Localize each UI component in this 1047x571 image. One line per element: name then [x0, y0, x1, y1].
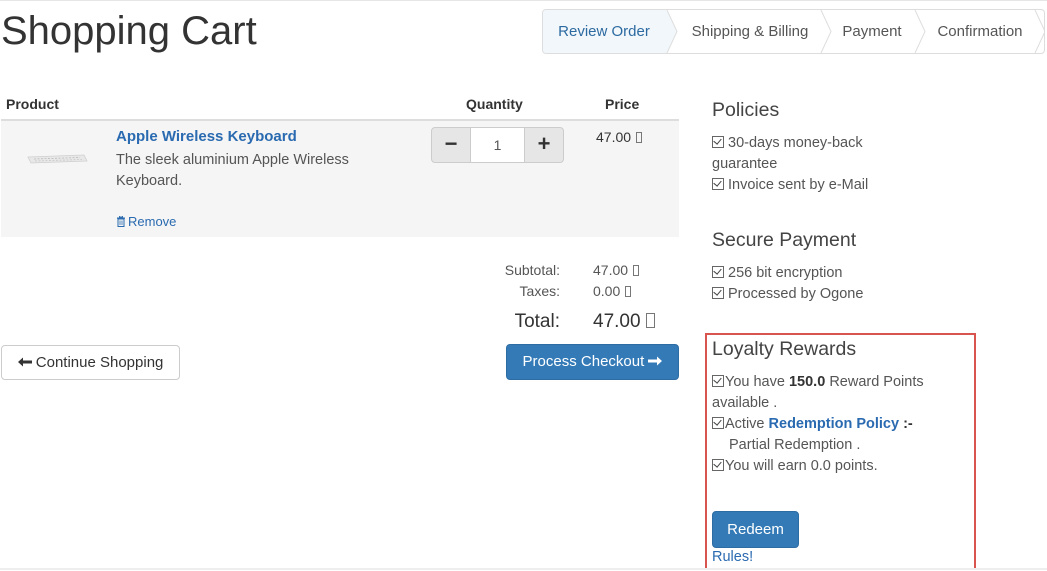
- total-label: Total:: [514, 311, 560, 332]
- checkbox-icon: [712, 178, 724, 190]
- product-name-link[interactable]: Apple Wireless Keyboard: [116, 128, 297, 145]
- page-title: Shopping Cart: [1, 9, 257, 53]
- column-header-price: Price: [605, 96, 640, 112]
- currency-icon: [636, 132, 643, 143]
- checkbox-icon: [712, 136, 724, 148]
- redemption-policy-value: Partial Redemption .: [729, 437, 861, 453]
- arrow-right-icon: [648, 356, 663, 366]
- bottom-border: [0, 568, 1047, 570]
- taxes-value: 0.00: [593, 283, 632, 299]
- continue-shopping-label: Continue Shopping: [35, 354, 164, 371]
- subtotal-label: Subtotal:: [504, 262, 560, 278]
- earn-points-info: You will earn 0.0 points.: [712, 456, 878, 477]
- remove-label: Remove: [128, 214, 177, 229]
- policy-item: Invoice sent by e-Mail: [712, 175, 868, 196]
- column-header-product: Product: [6, 96, 59, 112]
- checkbox-icon: [712, 417, 724, 429]
- loyalty-rewards-heading: Loyalty Rewards: [712, 338, 857, 360]
- step-confirmation[interactable]: Confirmation: [927, 10, 1033, 53]
- checkbox-icon: [712, 375, 724, 387]
- quantity-input[interactable]: [470, 127, 525, 163]
- subtotal-value: 47.00: [593, 262, 640, 278]
- top-border: [0, 0, 1047, 1]
- secure-payment-item: Processed by Ogone: [712, 284, 863, 305]
- process-checkout-button[interactable]: Process Checkout: [506, 344, 679, 380]
- total-value: 47.00: [593, 311, 655, 333]
- currency-icon: [625, 286, 632, 297]
- trash-icon: [117, 215, 125, 227]
- redeem-button[interactable]: Redeem: [712, 511, 799, 548]
- item-price: 47.00: [596, 129, 643, 145]
- remove-item-link[interactable]: Remove: [116, 214, 176, 229]
- step-payment[interactable]: Payment: [831, 10, 913, 53]
- checkbox-icon: [712, 287, 724, 299]
- redemption-policy-info: Active Redemption Policy :-: [712, 414, 913, 435]
- quantity-stepper: − +: [431, 127, 564, 163]
- step-separator-icon: [914, 10, 926, 53]
- increase-quantity-button[interactable]: +: [524, 127, 564, 163]
- step-separator-icon: [1034, 10, 1044, 53]
- currency-icon: [633, 265, 640, 276]
- reward-points-info: You have 150.0 Reward Points available .: [712, 374, 924, 411]
- step-separator-icon: [663, 10, 678, 53]
- policy-item: 30-days money-back guarantee: [712, 135, 863, 172]
- column-header-quantity: Quantity: [466, 96, 523, 112]
- redemption-policy-link[interactable]: Redemption Policy: [769, 416, 900, 432]
- step-review-order[interactable]: Review Order: [543, 10, 665, 53]
- checkout-steps: Review Order Shipping & Billing Payment …: [542, 9, 1045, 54]
- product-description: The sleek aluminium Apple Wireless Keybo…: [116, 152, 349, 189]
- decrease-quantity-button[interactable]: −: [431, 127, 471, 163]
- secure-payment-item: 256 bit encryption: [712, 263, 842, 284]
- secure-payment-heading: Secure Payment: [712, 229, 857, 251]
- reward-points-value: 150.0: [788, 374, 826, 390]
- continue-shopping-button[interactable]: Continue Shopping: [1, 345, 180, 380]
- checkbox-icon: [712, 266, 724, 278]
- taxes-label: Taxes:: [519, 283, 560, 299]
- process-checkout-label: Process Checkout: [522, 353, 645, 370]
- product-image: [27, 154, 88, 164]
- arrow-left-icon: [17, 357, 32, 367]
- policies-heading: Policies: [712, 99, 780, 121]
- step-shipping-billing[interactable]: Shipping & Billing: [681, 10, 819, 53]
- rules-link[interactable]: Rules!: [712, 549, 753, 565]
- checkbox-icon: [712, 459, 724, 471]
- currency-icon: [645, 313, 655, 328]
